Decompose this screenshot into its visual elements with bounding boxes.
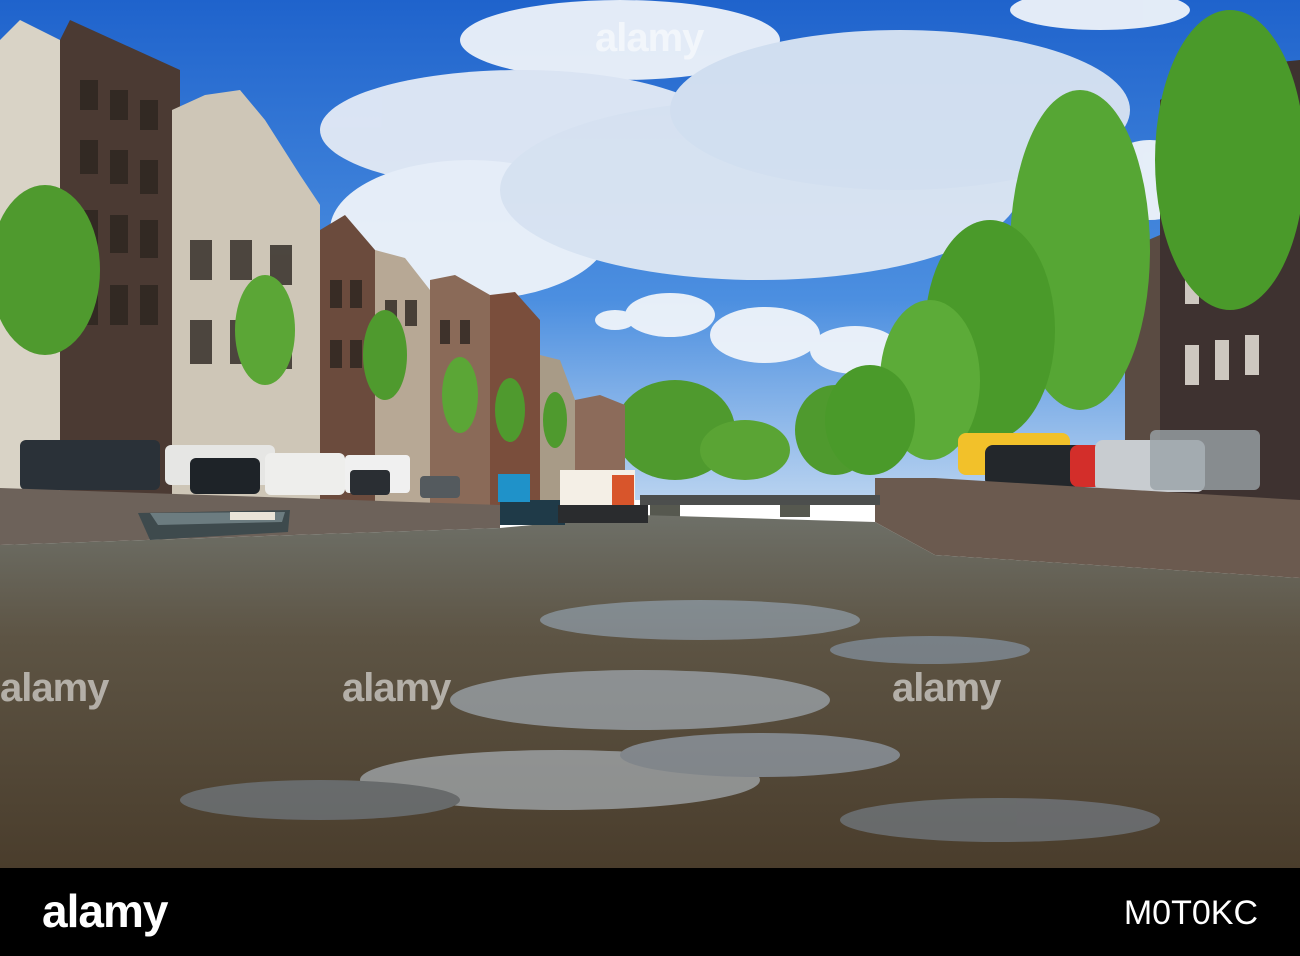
watermark-center-top: alamy (595, 16, 704, 60)
watermark-right: alamy (892, 666, 1001, 710)
watermark-center: alamy (342, 666, 451, 710)
footer-bar: alamy M0T0KC (0, 868, 1300, 956)
alamy-logo: alamy (42, 885, 168, 937)
canal-scene (0, 0, 1300, 868)
photo-frame: alamy alamy alamy alamy alamy M0T0KC (0, 0, 1300, 956)
image-id: M0T0KC (1123, 894, 1258, 932)
watermark-left: alamy (0, 666, 109, 710)
canal-photo: alamy alamy alamy alamy (0, 0, 1300, 868)
bridge (640, 495, 880, 517)
